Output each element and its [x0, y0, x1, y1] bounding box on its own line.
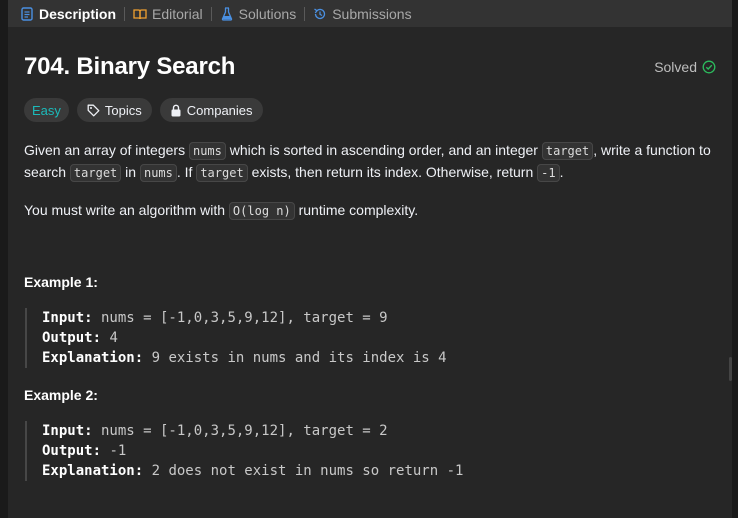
- example-title: Example 1:: [24, 274, 98, 290]
- tab-label: Solutions: [238, 5, 297, 22]
- book-icon: [133, 7, 147, 21]
- flask-icon: [220, 6, 234, 21]
- text: which is sorted in ascending order, and …: [225, 142, 542, 158]
- example-title: Example 2:: [24, 387, 98, 403]
- input-value: nums = [-1,0,3,5,9,12], target = 2: [92, 423, 388, 439]
- problem-title[interactable]: 704. Binary Search: [24, 53, 235, 81]
- companies-label: Companies: [186, 102, 253, 118]
- text: . If: [176, 164, 197, 180]
- inline-code: target: [69, 164, 122, 182]
- companies-button[interactable]: Companies: [159, 98, 263, 122]
- tab-label: Editorial: [152, 5, 203, 22]
- tab-divider: [304, 6, 306, 21]
- text: exists, then return its index. Otherwise…: [247, 164, 538, 180]
- explanation-value: 9 exists in nums and its index is 4: [143, 350, 447, 366]
- input-label: Input:: [42, 310, 93, 326]
- inline-code: nums: [139, 164, 177, 182]
- solved-status: Solved: [654, 59, 716, 75]
- tag-icon: [87, 104, 100, 116]
- tab-solutions[interactable]: Solutions: [220, 0, 297, 27]
- description-paragraph: Given an array of integers nums which is…: [24, 140, 724, 184]
- inline-code: O(log n): [228, 202, 295, 220]
- example-output: Output: -1: [42, 441, 463, 461]
- tab-description[interactable]: Description: [20, 0, 116, 27]
- example-explanation: Explanation: 9 exists in nums and its in…: [42, 348, 447, 368]
- inline-code: nums: [188, 142, 226, 160]
- text: runtime complexity.: [294, 202, 419, 218]
- explanation-label: Explanation:: [42, 350, 144, 366]
- history-icon: [313, 7, 327, 21]
- explanation-label: Explanation:: [42, 463, 144, 479]
- panel-resize-handle[interactable]: [729, 357, 732, 381]
- explanation-value: 2 does not exist in nums so return -1: [143, 463, 464, 479]
- inline-code: -1: [537, 164, 560, 182]
- topics-label: Topics: [104, 102, 142, 118]
- example-block: Input: nums = [-1,0,3,5,9,12], target = …: [25, 308, 447, 368]
- check-circle-icon: [702, 60, 716, 74]
- tab-submissions[interactable]: Submissions: [313, 0, 412, 27]
- text: in: [121, 164, 140, 180]
- problem-description: Given an array of integers nums which is…: [24, 140, 724, 238]
- description-panel: 704. Binary Search Solved Easy Topics Co…: [8, 27, 732, 518]
- example-block: Input: nums = [-1,0,3,5,9,12], target = …: [25, 421, 463, 481]
- example-input: Input: nums = [-1,0,3,5,9,12], target = …: [42, 308, 447, 328]
- lock-icon: [171, 104, 181, 116]
- tab-divider: [210, 6, 212, 21]
- tab-editorial[interactable]: Editorial: [133, 0, 203, 27]
- tag-row: Easy Topics Companies: [24, 98, 263, 122]
- tab-label: Description: [39, 5, 117, 22]
- example-explanation: Explanation: 2 does not exist in nums so…: [42, 461, 463, 481]
- inline-code: target: [541, 142, 594, 160]
- text: Given an array of integers: [24, 142, 189, 158]
- example-input: Input: nums = [-1,0,3,5,9,12], target = …: [42, 421, 463, 441]
- topics-button[interactable]: Topics: [76, 98, 152, 122]
- tab-label: Submissions: [332, 5, 412, 22]
- text: You must write an algorithm with: [24, 202, 229, 218]
- tab-divider: [124, 6, 126, 21]
- solved-label: Solved: [654, 59, 697, 75]
- input-label: Input:: [42, 423, 93, 439]
- output-label: Output:: [42, 330, 102, 346]
- output-value: -1: [101, 443, 127, 459]
- description-icon: [20, 6, 34, 21]
- example-output: Output: 4: [42, 328, 447, 348]
- tab-bar: Description Editorial Solutions Submissi…: [8, 0, 732, 27]
- inline-code: target: [196, 164, 248, 182]
- difficulty-badge: Easy: [24, 98, 69, 122]
- text: .: [559, 164, 564, 180]
- output-value: 4: [101, 330, 118, 346]
- input-value: nums = [-1,0,3,5,9,12], target = 9: [92, 310, 388, 326]
- description-paragraph: You must write an algorithm with O(log n…: [24, 200, 724, 222]
- output-label: Output:: [42, 443, 102, 459]
